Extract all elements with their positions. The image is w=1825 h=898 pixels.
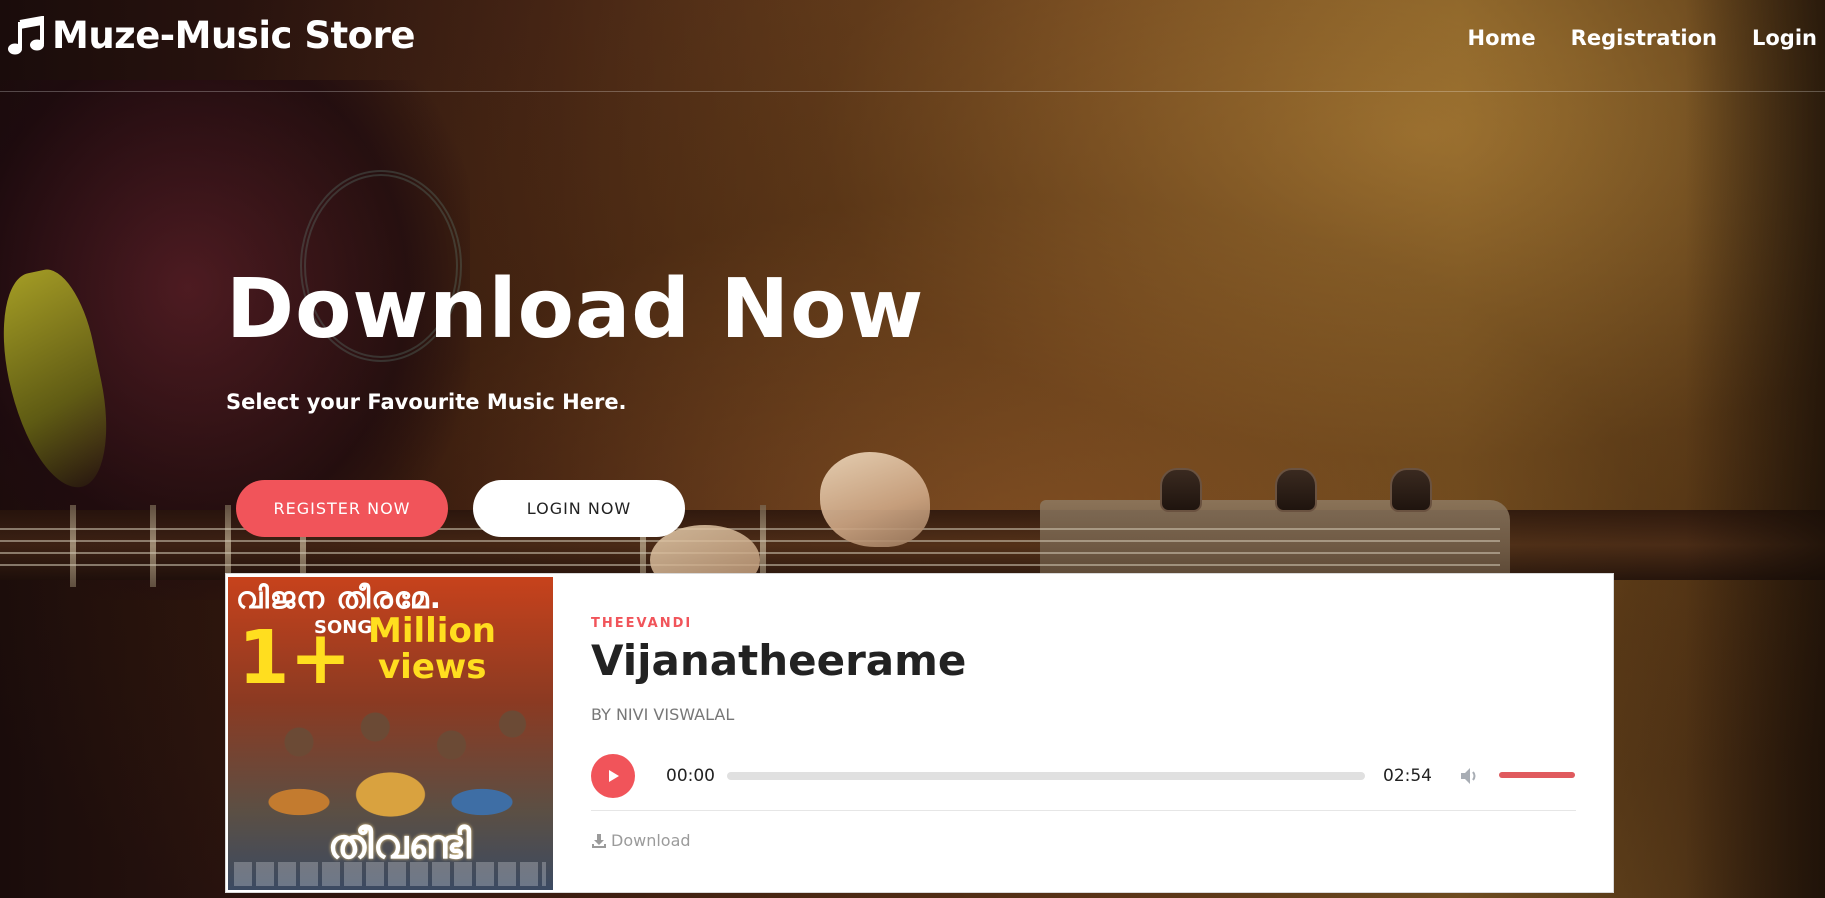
- cover-song-text: SONG: [314, 617, 373, 638]
- background-tuning-peg: [1275, 468, 1317, 512]
- divider: [591, 810, 1576, 811]
- background-tuning-peg: [1160, 468, 1202, 512]
- track-details: THEEVANDI Vijanatheerame BY NIVI VISWALA…: [591, 574, 1581, 894]
- music-note-icon: [8, 15, 44, 54]
- cover-views-text: views: [378, 647, 487, 687]
- volume-slider[interactable]: [1499, 772, 1575, 778]
- background-string: [0, 552, 1500, 554]
- main-nav: Home Registration Login: [1433, 26, 1817, 50]
- background-hand: [820, 452, 930, 547]
- background-fret: [70, 505, 76, 587]
- play-button[interactable]: [591, 754, 635, 798]
- hero-title: Download Now: [226, 262, 925, 357]
- nav-login[interactable]: Login: [1752, 26, 1817, 50]
- total-time: 02:54: [1383, 766, 1432, 786]
- background-fret: [150, 505, 156, 587]
- volume-icon[interactable]: [1459, 765, 1481, 787]
- album-cover: വിജന തീരമേ. 1+ SONG Million views തീവണ്ട…: [228, 577, 553, 890]
- download-icon: [592, 833, 606, 848]
- background-string: [0, 528, 1500, 530]
- track-card: വിജന തീരമേ. 1+ SONG Million views തീവണ്ട…: [225, 573, 1614, 893]
- nav-home[interactable]: Home: [1468, 26, 1536, 50]
- cover-credits: [234, 862, 546, 886]
- background-string: [0, 564, 1500, 566]
- brand-logo[interactable]: Muze-Music Store: [8, 14, 415, 57]
- background-tuning-peg: [1390, 468, 1432, 512]
- hero-subtitle: Select your Favourite Music Here.: [226, 390, 627, 414]
- download-link[interactable]: Download: [591, 831, 691, 850]
- site-header: Muze-Music Store Home Registration Login: [0, 0, 1825, 92]
- album-name: THEEVANDI: [591, 616, 693, 631]
- cover-million-text: Million: [368, 611, 497, 651]
- current-time: 00:00: [666, 766, 715, 786]
- background-green-shape: [0, 263, 122, 497]
- audio-player: 00:00 02:54: [591, 752, 1576, 802]
- brand-name: Muze-Music Store: [52, 14, 415, 57]
- song-title: Vijanatheerame: [591, 636, 967, 685]
- background-vignette: [1685, 0, 1825, 898]
- play-icon: [609, 770, 619, 782]
- background-string: [0, 540, 1500, 542]
- nav-registration[interactable]: Registration: [1571, 26, 1717, 50]
- progress-bar[interactable]: [727, 772, 1365, 780]
- login-now-button[interactable]: LOGIN NOW: [473, 480, 685, 537]
- register-now-button[interactable]: REGISTER NOW: [236, 480, 448, 537]
- volume-fill: [1499, 772, 1575, 778]
- artist-name: BY NIVI VISWALAL: [591, 705, 735, 724]
- download-label: Download: [611, 831, 691, 850]
